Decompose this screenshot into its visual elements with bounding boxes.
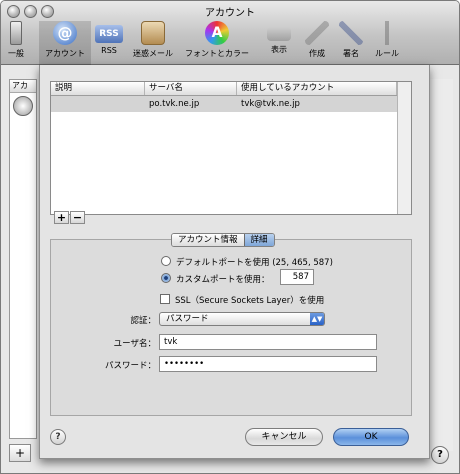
custom-port-radio[interactable] (161, 273, 171, 283)
toolbar-label: アカウント (45, 49, 85, 58)
tab-advanced[interactable]: 詳細 (243, 234, 274, 246)
window-title: アカウント (205, 8, 255, 19)
account-list-header: アカ (10, 80, 36, 93)
smtp-server-sheet: 説明 サーバ名 使用しているアカウント po.tvk.ne.jp tvk@tvk… (39, 65, 430, 459)
cell-account: tvk@tvk.ne.jp (241, 99, 300, 109)
remove-server-button[interactable]: − (70, 211, 85, 224)
table-scrollbar[interactable] (397, 82, 411, 214)
window-titlebar: アカウント 一般 @ アカウント RSS RSS 迷惑メール A フォントとカラ… (1, 1, 459, 65)
column-account[interactable]: 使用しているアカウント (237, 82, 397, 95)
cancel-button[interactable]: キャンセル (245, 428, 323, 446)
junk-mail-icon (141, 21, 165, 45)
cell-description (51, 96, 145, 112)
toolbar-label: 迷惑メール (133, 49, 173, 58)
password-field[interactable]: •••••••• (159, 356, 377, 372)
account-pane-edge (429, 79, 453, 451)
auth-popup[interactable]: パスワード ▲▼ (159, 312, 325, 326)
toolbar-rules[interactable]: ルール (367, 21, 407, 65)
toolbar-junk-mail[interactable]: 迷惑メール (127, 21, 179, 65)
toolbar-fonts-colors[interactable]: A フォントとカラー (181, 21, 253, 65)
preferences-window: アカウント 一般 @ アカウント RSS RSS 迷惑メール A フォントとカラ… (0, 0, 460, 474)
username-field[interactable]: tvk (159, 334, 377, 350)
toolbar-general[interactable]: 一般 (1, 21, 39, 65)
username-label: ユーザ名： (113, 339, 156, 349)
smtp-server-table[interactable]: 説明 サーバ名 使用しているアカウント po.tvk.ne.jp tvk@tvk… (50, 81, 412, 215)
column-description[interactable]: 説明 (51, 82, 145, 95)
toolbar-label: RSS (101, 46, 117, 55)
ssl-label: SSL（Secure Sockets Layer）を使用 (175, 296, 325, 306)
rss-icon: RSS (95, 25, 123, 43)
add-account-button[interactable]: + (9, 444, 31, 462)
toolbar-label: 表示 (271, 45, 287, 54)
account-list[interactable]: アカ (9, 79, 37, 439)
toolbar-rss[interactable]: RSS RSS (89, 21, 129, 65)
ok-button[interactable]: OK (333, 428, 409, 446)
compose-icon (305, 21, 329, 45)
at-sign-icon: @ (53, 21, 77, 45)
ssl-checkbox[interactable] (160, 294, 170, 304)
help-button[interactable]: ? (50, 429, 66, 445)
view-icon (267, 27, 291, 41)
toolbar-label: フォントとカラー (185, 49, 249, 58)
account-at-icon[interactable] (13, 96, 33, 116)
toolbar-view[interactable]: 表示 (259, 21, 299, 65)
toolbar-label: 署名 (343, 49, 359, 58)
column-server-name[interactable]: サーバ名 (145, 82, 237, 95)
toolbar-label: 一般 (8, 49, 24, 58)
default-port-radio[interactable] (161, 256, 171, 266)
default-port-label: デフォルトポートを使用 (25, 465, 587) (176, 258, 333, 268)
cell-server-name: po.tvk.ne.jp (149, 99, 200, 109)
tab-control: アカウント情報 詳細 (171, 233, 275, 247)
window-help-button[interactable]: ? (431, 446, 449, 464)
auth-value: パスワード (166, 314, 209, 324)
table-header: 説明 サーバ名 使用しているアカウント (51, 82, 411, 96)
signature-icon (339, 21, 363, 45)
add-server-button[interactable]: + (54, 211, 69, 224)
popup-arrows-icon: ▲▼ (310, 313, 324, 325)
switch-icon (10, 21, 22, 45)
table-row[interactable]: po.tvk.ne.jp tvk@tvk.ne.jp (51, 96, 411, 112)
custom-port-label: カスタムポートを使用： (176, 275, 270, 285)
custom-port-field[interactable]: 587 (280, 269, 314, 285)
tab-account-info[interactable]: アカウント情報 (172, 234, 244, 246)
rules-icon (375, 21, 399, 45)
auth-label: 認証： (130, 316, 156, 326)
password-label: パスワード： (104, 361, 156, 371)
toolbar-label: ルール (375, 49, 399, 58)
toolbar-accounts[interactable]: @ アカウント (39, 21, 91, 65)
color-font-icon: A (205, 21, 229, 45)
toolbar-signatures[interactable]: 署名 (331, 21, 371, 65)
